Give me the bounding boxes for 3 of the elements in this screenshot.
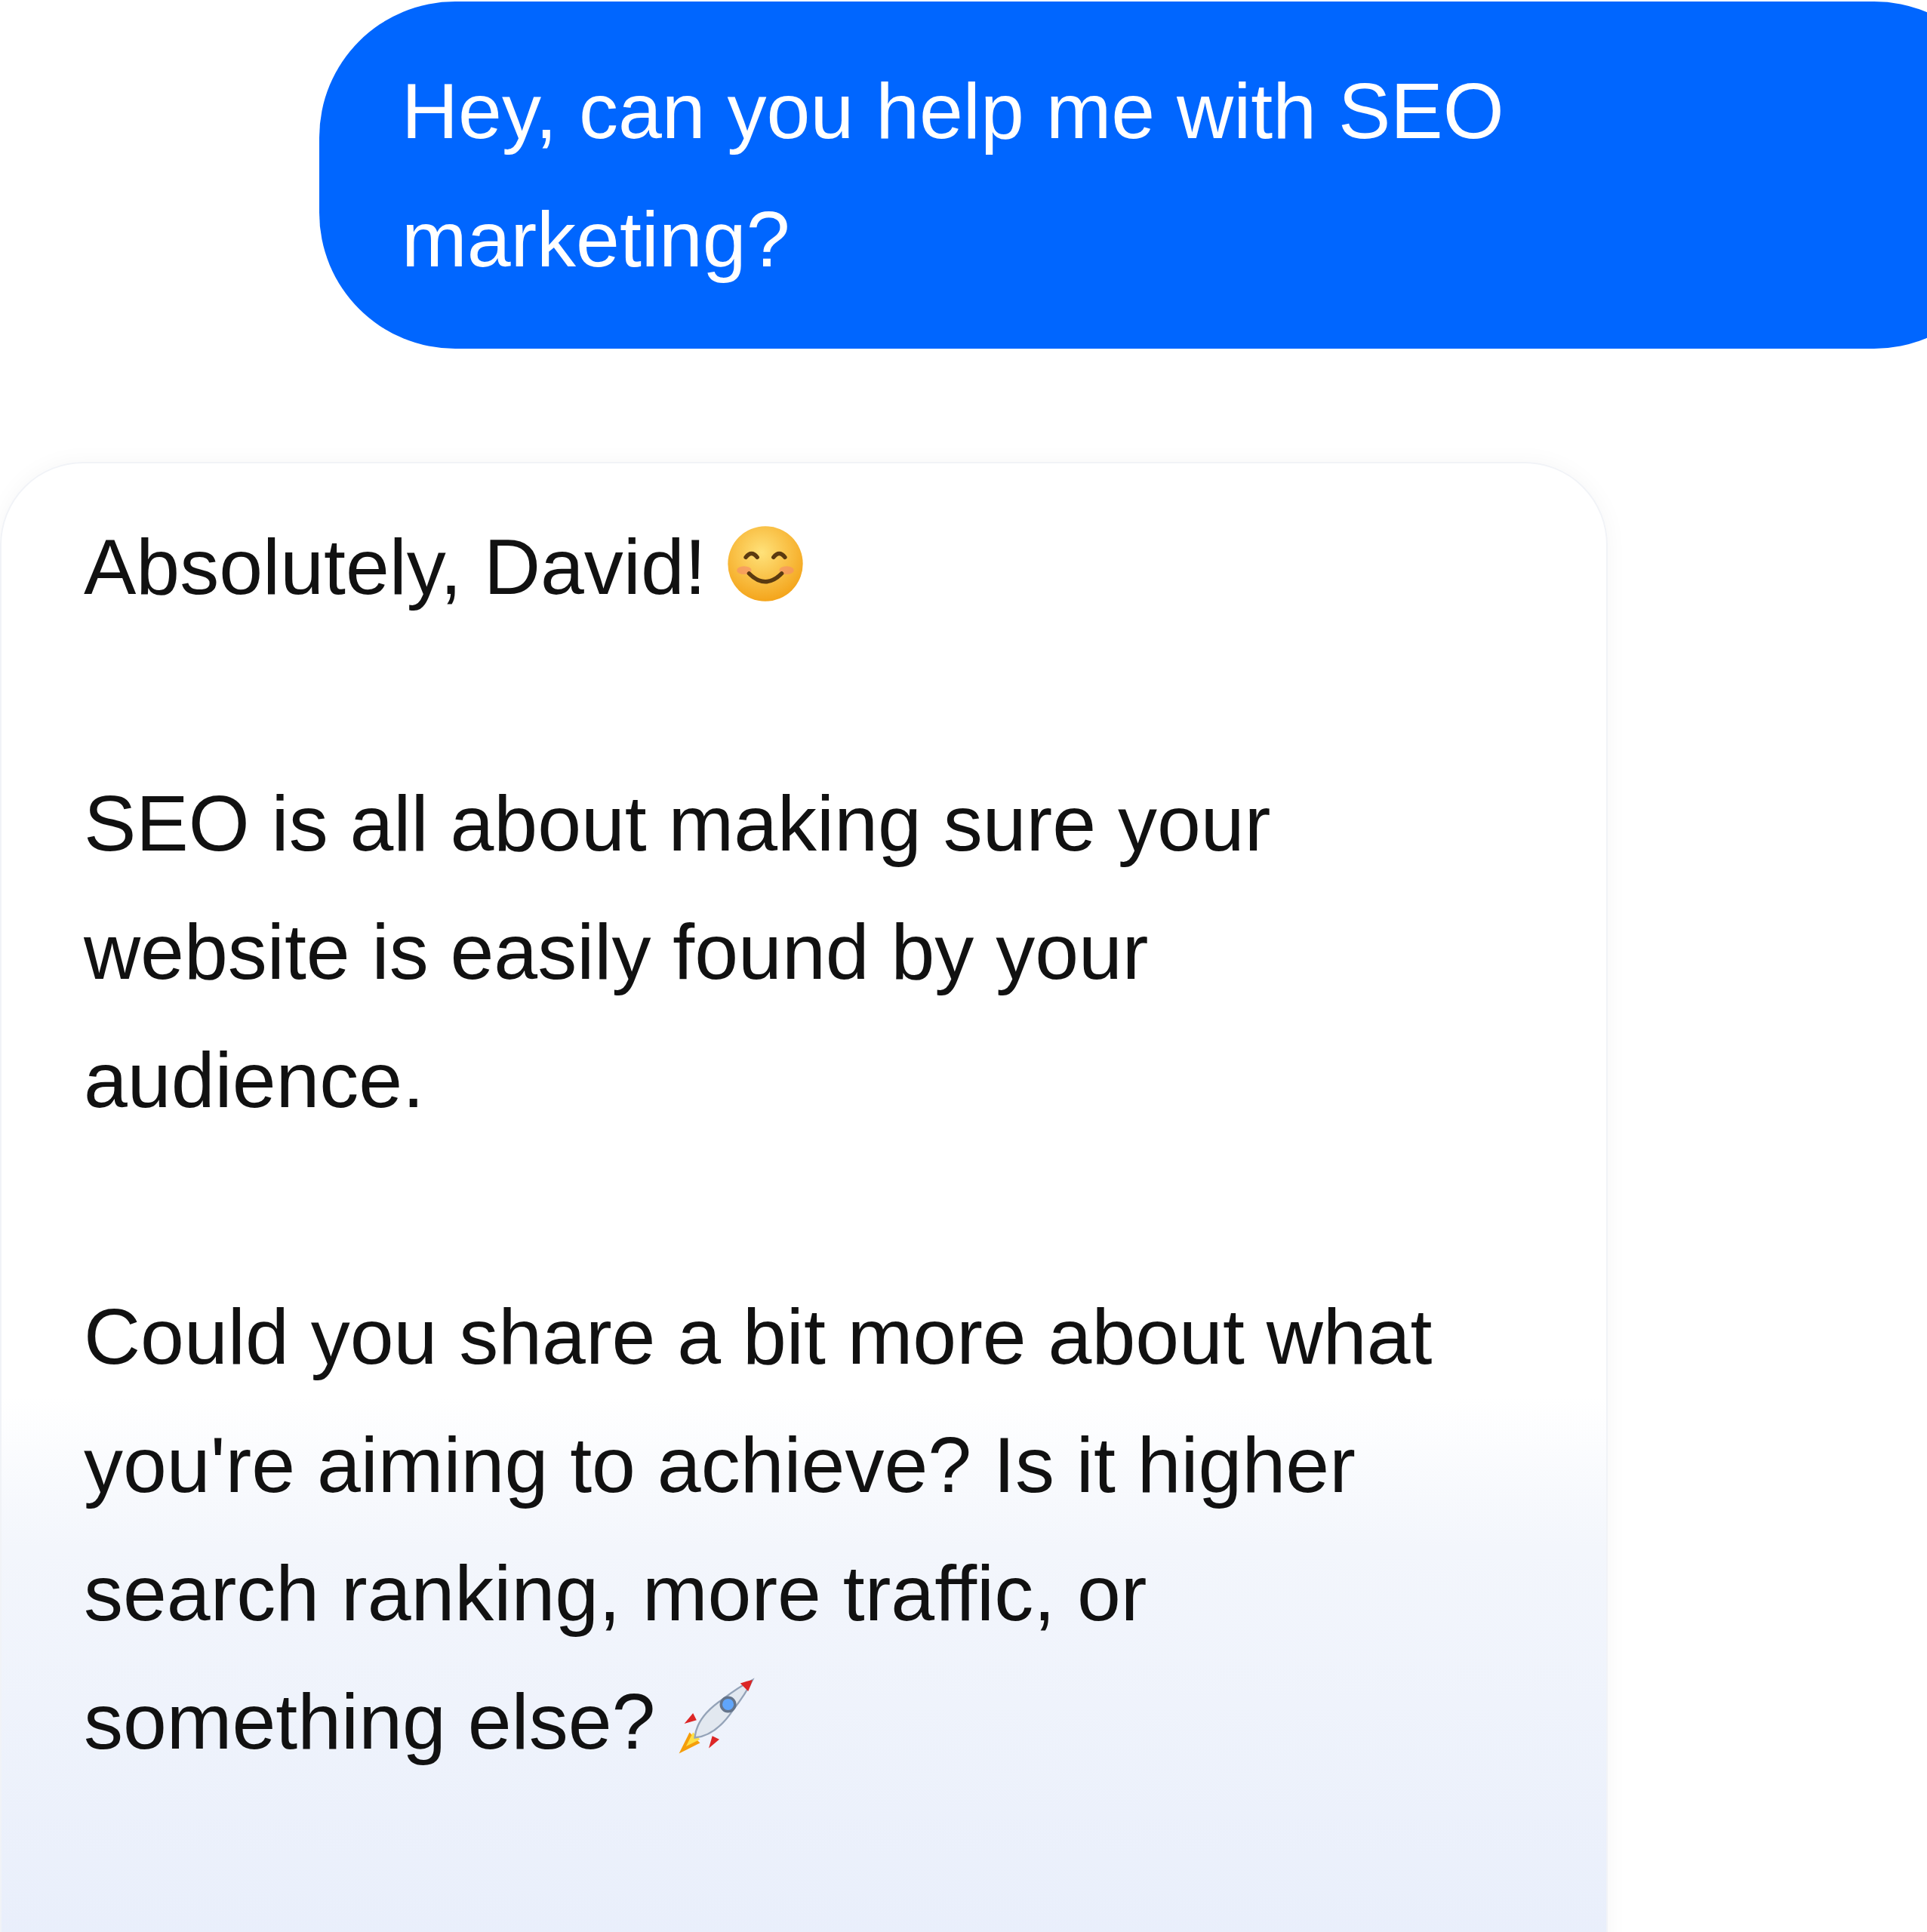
message-text: SEO is all about making sure your website is easily found by your audience. — [84, 779, 1272, 1125]
message-text: Absolutely, David! — [84, 503, 1493, 631]
message-text: Hey, can you help me with SEO marketing? — [402, 66, 1505, 285]
